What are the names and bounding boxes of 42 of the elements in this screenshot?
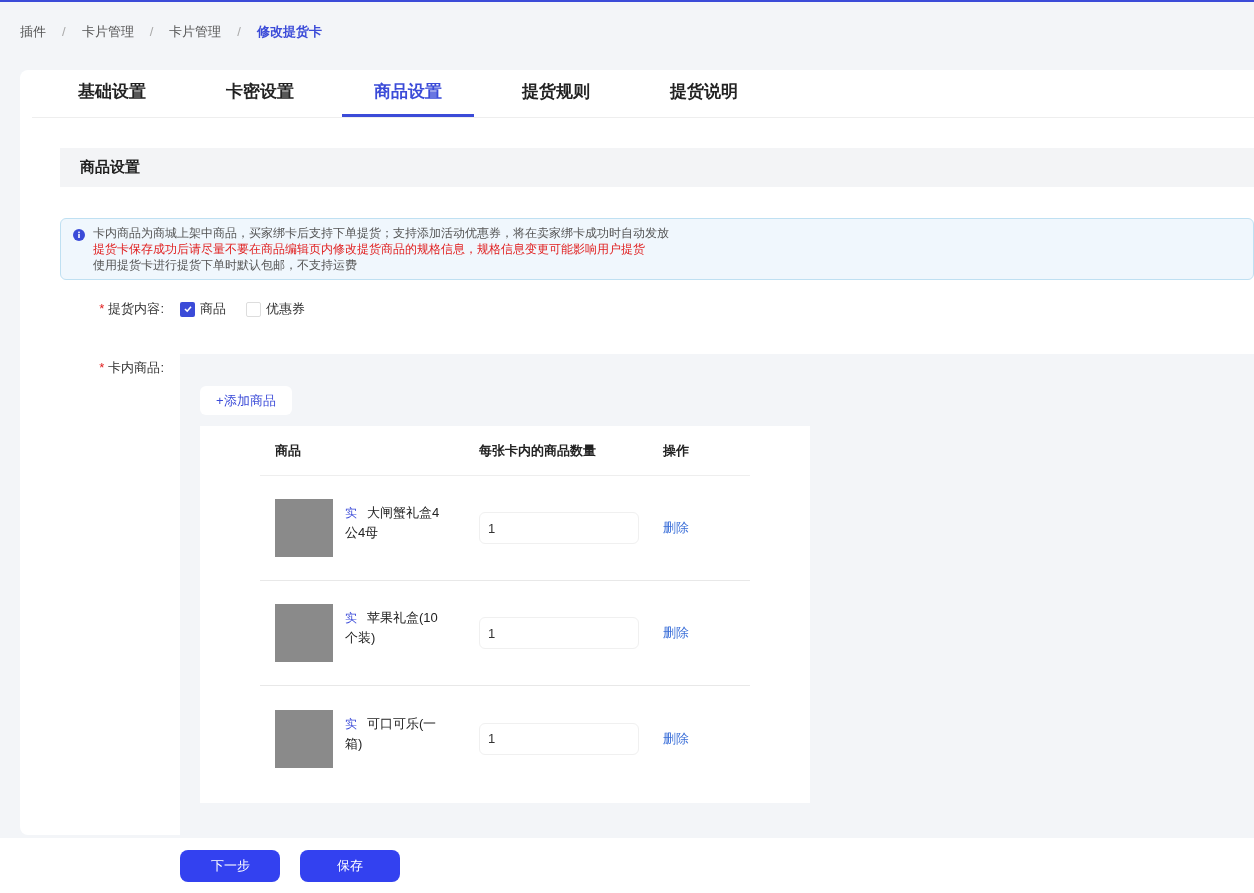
tab[interactable]: 商品设置 xyxy=(342,70,474,117)
breadcrumb-item[interactable]: 插件 xyxy=(20,22,46,42)
column-header: 商品 xyxy=(275,441,302,460)
photo-placeholder xyxy=(275,709,333,768)
required-mark: * xyxy=(99,359,105,377)
breadcrumb-separator: / xyxy=(62,23,66,42)
delete-link[interactable]: 删除 xyxy=(663,518,689,538)
field-label: 卡内商品: xyxy=(108,359,164,377)
breadcrumb-item[interactable]: 修改提货卡 xyxy=(256,22,322,42)
notice-text: 卡内商品为商城上架中商品，买家绑卡后支持下单提货；支持添加活动优惠券，将在卖家绑卡成功时自动发放 xyxy=(93,226,669,241)
quantity-input[interactable]: 1 xyxy=(479,617,639,649)
section-title: 商品设置 xyxy=(80,157,140,178)
checkmark-icon xyxy=(182,304,193,314)
footer-button[interactable]: 保存 xyxy=(300,849,400,882)
notice-text: 使用提货卡进行提货下单时默认包邮，不支持运费 xyxy=(93,258,358,273)
add-product-button[interactable]: +添加商品 xyxy=(200,386,292,415)
tab[interactable]: 卡密设置 xyxy=(194,70,326,117)
tab[interactable]: 提货规则 xyxy=(490,70,622,117)
breadcrumb-separator: / xyxy=(149,23,154,42)
product-title: 实 可口可乐(一箱) xyxy=(345,714,438,753)
delete-link[interactable]: 删除 xyxy=(663,728,689,749)
breadcrumb-separator: / xyxy=(237,23,241,42)
breadcrumb-item[interactable]: 卡片管理 xyxy=(169,22,222,42)
info-icon xyxy=(73,229,85,241)
product-title: 实 苹果礼盒(10个装) xyxy=(345,609,439,647)
photo-placeholder xyxy=(275,604,333,662)
quantity-input[interactable]: 1 xyxy=(479,722,639,755)
column-header: 每张卡内的商品数量 xyxy=(479,441,597,460)
column-header: 操作 xyxy=(663,441,689,460)
photo-placeholder xyxy=(275,499,333,557)
checkbox[interactable]: 商品 xyxy=(180,299,226,319)
delete-link[interactable]: 删除 xyxy=(663,623,689,643)
breadcrumb-item[interactable]: 卡片管理 xyxy=(81,22,134,42)
tab[interactable]: 基础设置 xyxy=(46,70,178,117)
quantity-input[interactable]: 1 xyxy=(479,512,639,544)
tab[interactable]: 提货说明 xyxy=(638,70,770,117)
product-title: 实 大闸蟹礼盒4公4母 xyxy=(345,504,441,542)
field-label: 提货内容: xyxy=(108,300,164,319)
footer-button[interactable]: 下一步 xyxy=(180,849,280,882)
notice-text: 提货卡保存成功后请尽量不要在商品编辑页内修改提货商品的规格信息，规格信息变更可能影响用户提货 xyxy=(93,242,646,257)
checkbox[interactable]: 优惠券 xyxy=(246,299,305,319)
required-mark: * xyxy=(99,300,105,319)
